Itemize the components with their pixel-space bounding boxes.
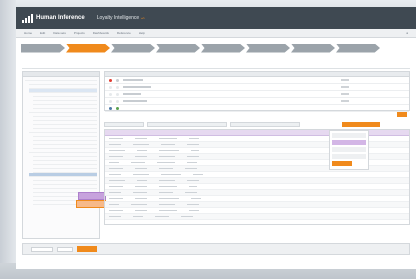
main-menu: Home Edit Data sets Projects Dashboards … (16, 29, 416, 38)
cell-value (341, 86, 349, 88)
footer-toolbar (22, 243, 410, 255)
wizard-step-3[interactable] (111, 43, 155, 53)
wizard-step-6[interactable] (246, 43, 290, 53)
cell-text (123, 93, 141, 95)
status-icon (116, 99, 119, 103)
context-menu-action-button[interactable] (332, 161, 352, 166)
status-icon (109, 92, 112, 96)
cell-value (341, 79, 349, 81)
menu-item-edit[interactable]: Edit (40, 31, 45, 35)
wizard-steps (16, 41, 416, 55)
context-menu-item[interactable] (332, 154, 366, 159)
work-area (104, 71, 410, 239)
wizard-step-8[interactable] (336, 43, 380, 53)
status-icon (109, 99, 112, 103)
blurred-left-background (0, 0, 16, 279)
menu-item-projects[interactable]: Projects (74, 31, 85, 35)
drag-tooltip-purple (78, 192, 106, 200)
context-menu-item-highlighted[interactable] (332, 140, 366, 145)
context-menu-item[interactable] (332, 147, 366, 152)
status-grey-icon (116, 78, 119, 82)
menu-item-dashboards[interactable]: Dashboards (93, 31, 109, 35)
company-logo-text: Human Inference (36, 15, 85, 21)
apply-button[interactable] (397, 112, 407, 117)
run-button[interactable] (342, 121, 380, 127)
status-icon (116, 85, 119, 89)
cell-text (123, 86, 151, 88)
menu-item-home[interactable]: Home (24, 31, 32, 35)
table-row[interactable] (105, 84, 409, 91)
table-row[interactable] (105, 77, 409, 84)
table-row[interactable] (105, 98, 409, 105)
menu-item-help[interactable]: Help (139, 31, 145, 35)
table-row[interactable] (105, 214, 409, 220)
cell-value (341, 100, 349, 102)
status-icon (109, 85, 112, 89)
cell-text (123, 100, 147, 102)
wizard-step-5[interactable] (201, 43, 245, 53)
data-tree-panel (22, 71, 100, 239)
app-screen: Human Inference Loyalty Intelligence ∽ H… (16, 7, 416, 269)
result-toolbar (104, 121, 410, 127)
status-blue-icon (109, 106, 112, 110)
status-green-icon (116, 106, 119, 110)
app-header: Human Inference Loyalty Intelligence ∽ (16, 7, 416, 29)
drag-tooltip-orange (76, 200, 106, 208)
product-name: Loyalty Intelligence (96, 15, 140, 21)
footer-submit-button[interactable] (77, 246, 97, 252)
product-swoosh-icon: ∽ (140, 15, 146, 22)
context-menu-item[interactable] (332, 133, 366, 138)
context-menu (329, 130, 369, 170)
divider (22, 68, 410, 69)
wizard-step-7[interactable] (291, 43, 335, 53)
footer-input-secondary[interactable] (57, 246, 73, 252)
main-content (22, 71, 410, 239)
user-info-icon[interactable]: ● (406, 31, 408, 35)
menu-item-reference[interactable]: Reference (117, 31, 131, 35)
table-row[interactable] (105, 105, 409, 112)
wizard-step-1[interactable] (21, 43, 65, 53)
footer-input[interactable] (31, 246, 53, 252)
source-grid (104, 71, 410, 117)
table-row[interactable] (105, 91, 409, 98)
page-title (24, 58, 416, 64)
wizard-step-2[interactable] (66, 43, 110, 53)
results-grid (104, 129, 410, 225)
options-field[interactable] (230, 121, 300, 127)
menu-item-data-sets[interactable]: Data sets (53, 31, 66, 35)
filter-field[interactable] (104, 121, 144, 127)
wizard-step-4[interactable] (156, 43, 200, 53)
cell-value (341, 93, 349, 95)
cell-text (123, 79, 143, 81)
logo-bars-icon (22, 13, 33, 23)
status-red-icon (109, 78, 112, 82)
search-field[interactable] (147, 121, 227, 127)
status-icon (116, 92, 119, 96)
